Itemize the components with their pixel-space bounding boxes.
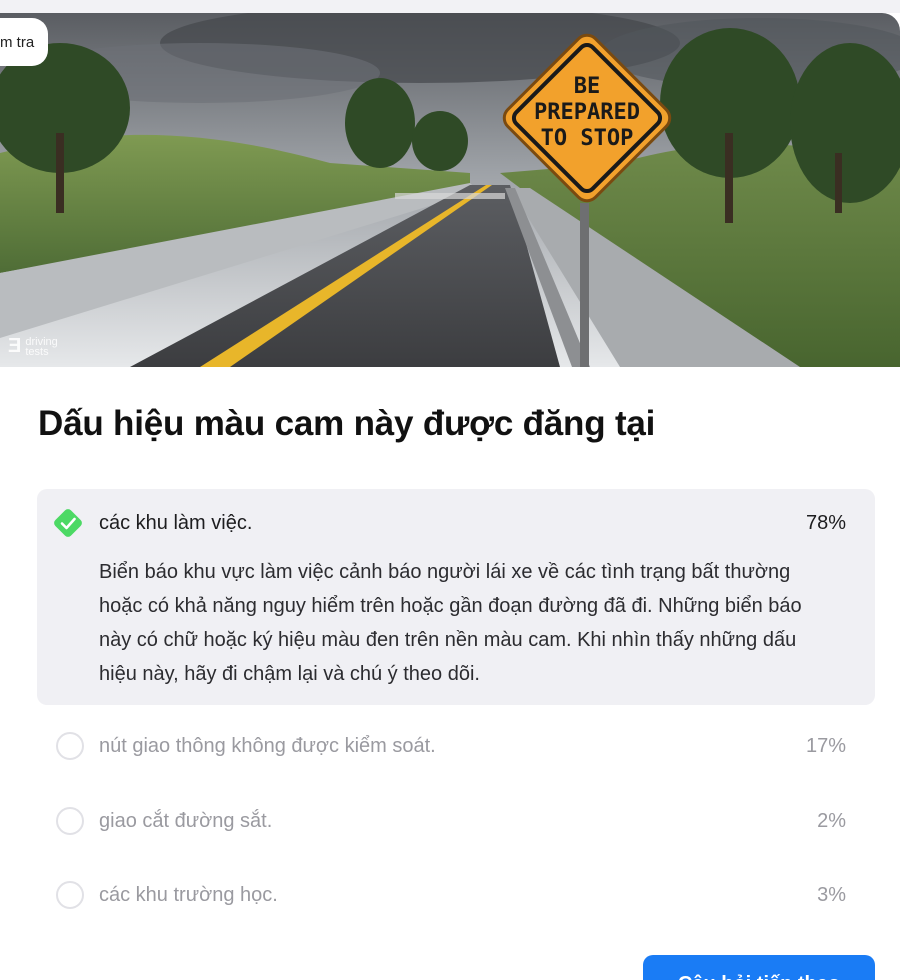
answer-option-correct[interactable]: các khu làm việc. 78% Biển báo khu vực l… [37,489,875,705]
watermark-text: driving tests [25,335,58,358]
answer-option[interactable]: giao cắt đường sắt. 2% [37,797,875,845]
question-title: Dấu hiệu màu cam này được đăng tại [38,404,656,443]
sign-line-3: TO STOP [541,126,634,151]
sign-line-1: BE [574,74,601,99]
answer-option[interactable]: nút giao thông không được kiểm soát. 17% [37,722,875,770]
next-question-button[interactable]: Câu hỏi tiếp theo [643,955,875,980]
answer-label: các khu trường học. [99,883,278,906]
top-strip [0,0,900,13]
radio-icon [56,807,84,835]
answer-percent: 17% [805,734,846,757]
check-icon [54,509,82,537]
answer-label: nút giao thông không được kiểm soát. [99,734,436,757]
test-tag: m tra [0,18,49,66]
answer-label: các khu làm việc. [99,511,253,534]
answer-percent: 78% [805,511,846,534]
watermark: Ǝ driving tests [8,335,65,358]
answer-percent: 2% [817,809,846,832]
question-image: BE PREPARED TO STOP Ǝ driving tests [0,13,900,367]
dt-logo-icon: Ǝ [8,335,22,357]
radio-icon [56,881,84,909]
radio-icon [56,732,84,760]
answer-percent: 3% [817,883,846,906]
answer-explanation: Biển báo khu vực làm việc cảnh báo người… [99,561,802,685]
answer-option[interactable]: các khu trường học. 3% [37,871,875,919]
sign-line-2: PREPARED [534,100,640,125]
answer-label: giao cắt đường sắt. [99,809,273,832]
